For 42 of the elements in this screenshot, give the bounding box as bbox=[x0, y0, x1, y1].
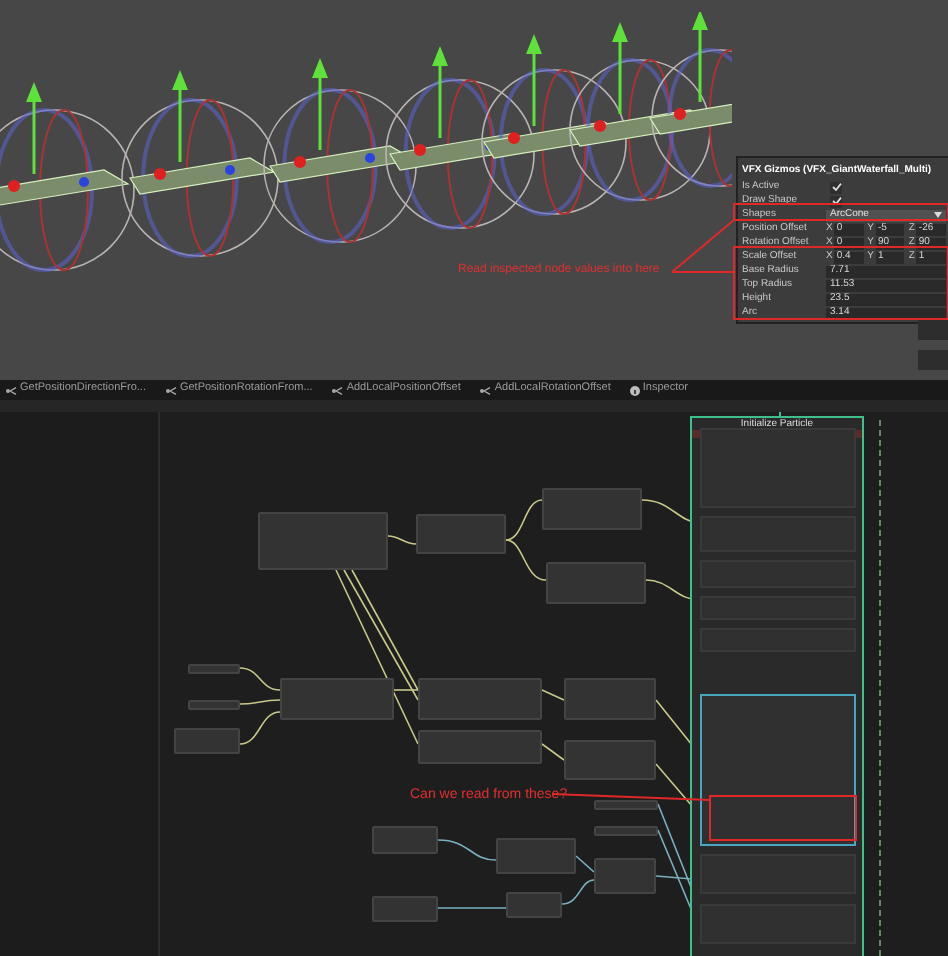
graph-wire bbox=[505, 499, 543, 541]
graph-wire bbox=[561, 879, 595, 905]
graph-wire bbox=[541, 689, 565, 701]
graph-node[interactable] bbox=[416, 514, 506, 554]
graph-node[interactable] bbox=[496, 838, 576, 874]
graph-node[interactable] bbox=[564, 740, 656, 780]
graph-wire bbox=[387, 535, 417, 545]
view-options-button[interactable] bbox=[918, 350, 948, 370]
graph-node[interactable] bbox=[372, 896, 438, 922]
graph-wire bbox=[239, 699, 281, 705]
graph-wire bbox=[575, 855, 595, 873]
graph-node[interactable] bbox=[188, 700, 240, 710]
graph-wire bbox=[239, 711, 281, 745]
graph-node[interactable] bbox=[258, 512, 388, 570]
leader-line bbox=[671, 219, 735, 273]
graph-node[interactable] bbox=[372, 826, 438, 854]
view-options-button[interactable] bbox=[918, 320, 948, 340]
graph-node[interactable] bbox=[418, 678, 542, 720]
node-graph-icon bbox=[6, 385, 18, 395]
graph-node[interactable] bbox=[594, 858, 656, 894]
graph-node[interactable] bbox=[542, 488, 642, 530]
context-block[interactable] bbox=[700, 694, 856, 846]
node-graph-icon bbox=[332, 385, 345, 395]
node-graph-icon bbox=[165, 385, 178, 395]
caret-icon bbox=[934, 212, 942, 218]
graph-node[interactable] bbox=[506, 892, 562, 918]
graph-wire bbox=[505, 539, 547, 581]
info-icon bbox=[630, 385, 641, 395]
graph-wire bbox=[239, 667, 281, 691]
graph-node[interactable] bbox=[564, 678, 656, 720]
graph-node[interactable] bbox=[188, 664, 240, 674]
graph-node[interactable] bbox=[594, 800, 658, 810]
graph-node[interactable] bbox=[280, 678, 394, 720]
graph-wire bbox=[437, 839, 497, 861]
graph-node[interactable] bbox=[546, 562, 646, 604]
graph-node[interactable] bbox=[174, 728, 240, 754]
graph-wire bbox=[437, 907, 507, 909]
graph-node[interactable] bbox=[594, 826, 658, 836]
graph-wire bbox=[541, 743, 565, 761]
graph-node[interactable] bbox=[418, 730, 542, 764]
toggle-checkbox[interactable] bbox=[830, 181, 842, 193]
node-graph-icon bbox=[480, 385, 493, 395]
